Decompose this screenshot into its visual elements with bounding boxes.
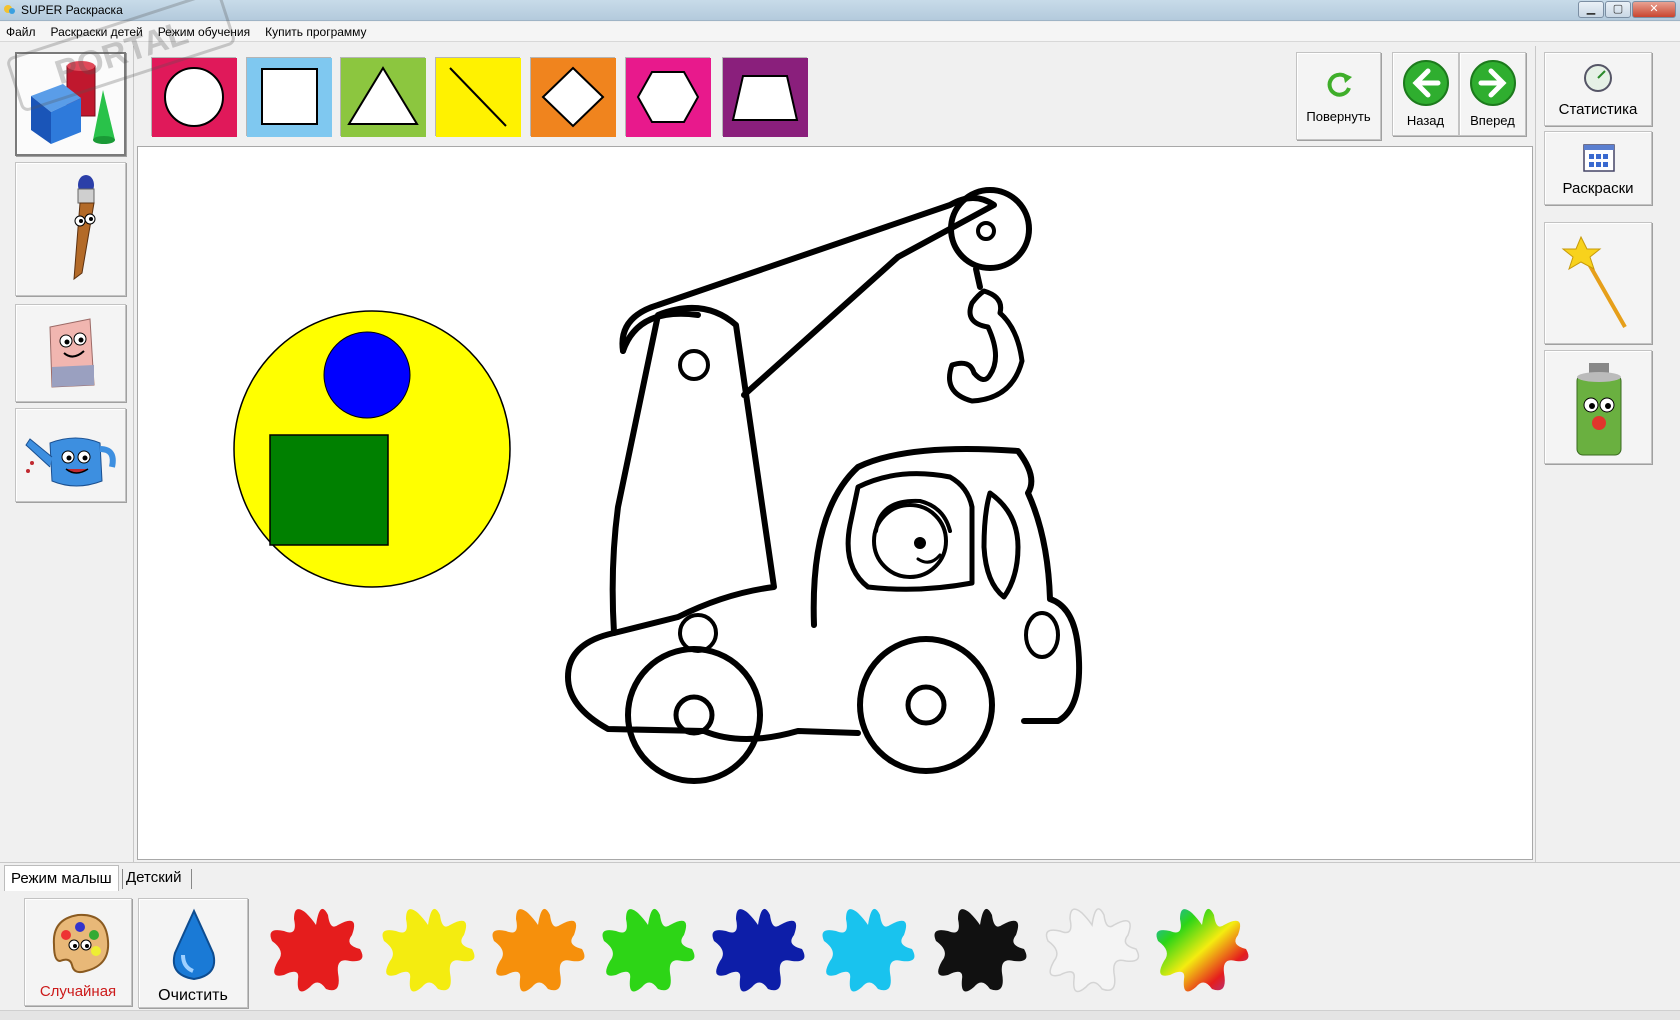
minimize-button[interactable]: ▁ [1578, 1, 1604, 18]
blue-circle-shape [323, 331, 411, 419]
palette-icon [52, 913, 110, 974]
forward-label: Вперед [1470, 113, 1515, 128]
magic-wand-icon [1561, 235, 1627, 328]
title-bar: SUPER Раскраска ▁ ▢ ✕ [0, 0, 1680, 21]
shape-diamond-button[interactable] [530, 57, 616, 137]
diamond-shape-icon [531, 58, 616, 137]
random-label: Случайная [39, 983, 117, 1000]
brush-icon [73, 175, 96, 281]
brush-tool-button[interactable] [15, 162, 126, 296]
eraser-tool-button[interactable] [15, 304, 126, 402]
shapes-3d-icon [31, 61, 115, 144]
menu-buy[interactable]: Купить программу [265, 25, 366, 39]
coloring-pages-icon [1583, 144, 1615, 172]
clear-label: Очистить [158, 987, 228, 1004]
tab-baby-mode[interactable]: Режим малыш [4, 865, 119, 892]
shape-trapezoid-button[interactable] [722, 57, 808, 137]
shape-line-button[interactable] [435, 57, 521, 137]
shape-square-button[interactable] [246, 57, 332, 137]
app-icon [4, 5, 15, 14]
random-color-button[interactable]: Случайная [24, 898, 132, 1006]
clear-button[interactable]: Очистить [138, 898, 248, 1008]
menu-learning-mode[interactable]: Режим обучения [158, 25, 250, 39]
triangle-shape-icon [341, 58, 426, 137]
menu-file[interactable]: Файл [6, 25, 36, 39]
spray-can-icon [1576, 363, 1622, 456]
forward-arrow-icon [1470, 60, 1516, 106]
shapes-tool-button[interactable] [15, 52, 126, 156]
canvas-drawing [233, 187, 1083, 784]
rotate-label: Повернуть [1306, 109, 1371, 124]
watering-can-icon [25, 437, 116, 487]
tab-separator [191, 869, 192, 889]
shape-triangle-button[interactable] [340, 57, 426, 137]
rotate-icon [1327, 72, 1352, 97]
menu-bar: Файл Раскраски детей Режим обучения Купи… [0, 22, 1680, 42]
magic-wand-button[interactable] [1544, 222, 1652, 344]
maximize-button[interactable]: ▢ [1605, 1, 1631, 18]
paint-black-swatch[interactable] [928, 895, 1034, 1003]
trapezoid-shape-icon [723, 58, 808, 137]
paint-green-swatch[interactable] [596, 895, 702, 1003]
fill-tool-button[interactable] [15, 408, 126, 502]
shape-hexagon-button[interactable] [625, 57, 711, 137]
paint-red-swatch[interactable] [264, 895, 370, 1003]
paint-rainbow-swatch[interactable] [1150, 895, 1256, 1003]
water-drop-icon [172, 908, 216, 981]
menu-coloring-pages[interactable]: Раскраски детей [51, 25, 143, 39]
drawing-canvas[interactable] [137, 146, 1533, 860]
paint-white-swatch[interactable] [1040, 895, 1146, 1003]
line-shape-icon [436, 58, 521, 137]
window-controls: ▁ ▢ ✕ [1577, 1, 1676, 18]
tab-kids[interactable]: Детский [120, 865, 188, 892]
crane-truck-outline [565, 187, 1083, 784]
forward-button[interactable]: Вперед [1459, 52, 1526, 136]
square-shape-icon [247, 58, 332, 137]
green-square-shape [269, 434, 389, 546]
circle-shape-icon [152, 58, 237, 137]
status-strip [0, 1010, 1680, 1020]
back-button[interactable]: Назад [1392, 52, 1459, 136]
eraser-icon [49, 318, 95, 388]
shape-circle-button[interactable] [151, 57, 237, 137]
coloring-pages-label: Раскраски [1562, 180, 1634, 197]
statistics-label: Статистика [1558, 101, 1638, 118]
hexagon-shape-icon [626, 58, 711, 137]
window-title: SUPER Раскраска [21, 3, 123, 17]
spray-can-button[interactable] [1544, 350, 1652, 464]
close-button[interactable]: ✕ [1632, 1, 1676, 18]
app-window: SUPER Раскраска ▁ ▢ ✕ Файл Раскраски дет… [0, 0, 1680, 1020]
coloring-pages-button[interactable]: Раскраски [1544, 131, 1652, 205]
back-arrow-icon [1403, 60, 1449, 106]
rotate-button[interactable]: Повернуть [1296, 52, 1381, 140]
statistics-button[interactable]: Статистика [1544, 52, 1652, 126]
paint-light-blue-swatch[interactable] [816, 895, 922, 1003]
paint-yellow-swatch[interactable] [376, 895, 482, 1003]
mode-tabs: Режим малыш Детский [0, 862, 1680, 892]
paint-dark-blue-swatch[interactable] [706, 895, 812, 1003]
back-label: Назад [1406, 113, 1445, 128]
paint-orange-swatch[interactable] [486, 895, 592, 1003]
stats-gauge-icon [1584, 64, 1612, 92]
